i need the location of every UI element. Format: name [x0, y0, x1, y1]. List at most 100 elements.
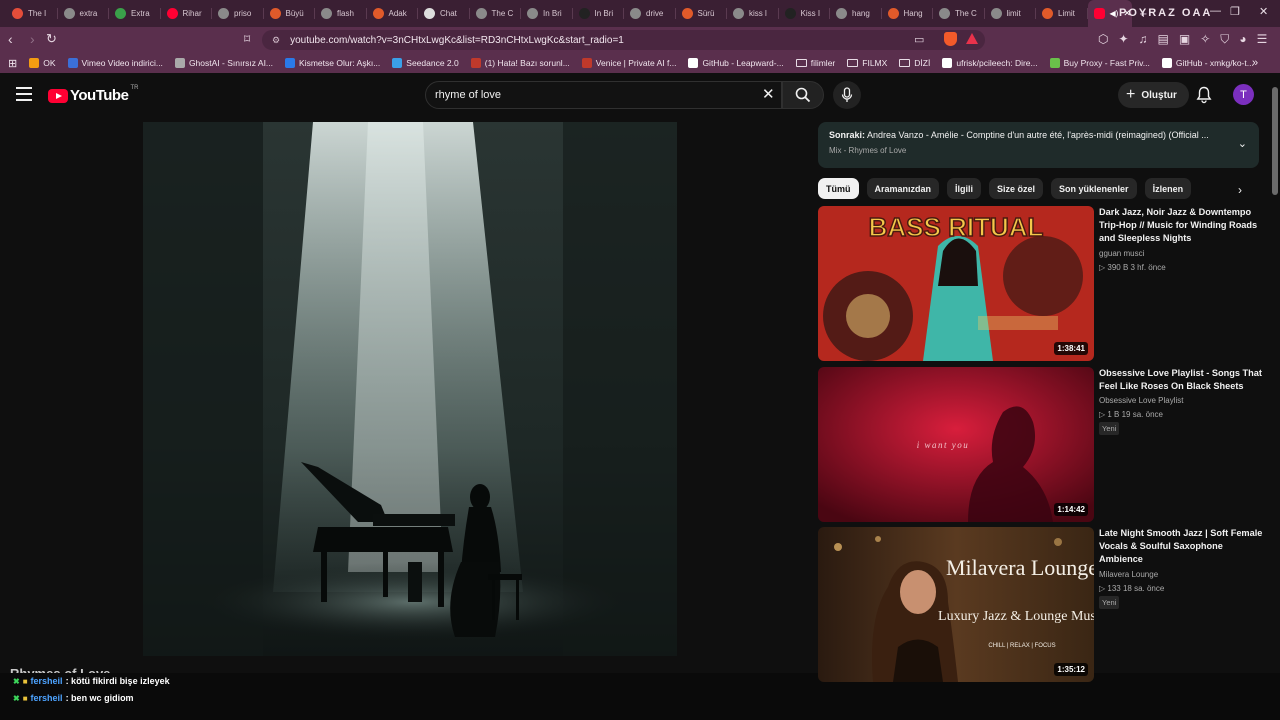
- cast-icon[interactable]: ▭: [914, 33, 924, 46]
- thumbnail-subtext: Luxury Jazz & Lounge Music: [938, 609, 1094, 624]
- browser-tab[interactable]: The C: [470, 0, 522, 27]
- recommendation-item[interactable]: Milavera Lounge Luxury Jazz & Lounge Mus…: [818, 527, 1268, 682]
- chat-message: ✖ ■ fersheil : kötü fikirdi bişe izleyek: [13, 676, 170, 686]
- browser-menu-icon[interactable]: ☰: [1257, 32, 1268, 47]
- chip-recently-uploaded[interactable]: Son yüklenenler: [1051, 178, 1137, 199]
- chat-message: ✖ ■ fersheil : ben wc gidiom: [13, 693, 134, 703]
- video-title-link[interactable]: Dark Jazz, Noir Jazz & Downtempo Trip-Ho…: [1099, 206, 1264, 245]
- video-duration: 1:38:41: [1054, 342, 1088, 355]
- forward-icon[interactable]: ›: [30, 31, 35, 47]
- chevron-down-icon[interactable]: ⌄: [1238, 137, 1247, 150]
- notifications-bell-icon[interactable]: [1196, 86, 1212, 104]
- audio-playing-icon[interactable]: ◀): [1110, 9, 1119, 18]
- browser-tab[interactable]: hang: [830, 0, 882, 27]
- video-title-link[interactable]: Late Night Smooth Jazz | Soft Female Voc…: [1099, 527, 1264, 566]
- browser-tab[interactable]: Chat: [418, 0, 470, 27]
- site-info-icon[interactable]: ⚙: [272, 35, 280, 46]
- bookmark-item[interactable]: Buy Proxy - Fast Priv...: [1049, 58, 1150, 68]
- chip-for-you[interactable]: Size özel: [989, 178, 1044, 199]
- bookmark-folder[interactable]: filimler: [795, 58, 835, 68]
- puzzle-icon[interactable]: ✦: [1118, 32, 1128, 47]
- bookmark-item[interactable]: Vimeo Video indirici...: [67, 58, 163, 68]
- chip-watched[interactable]: İzlenen: [1144, 178, 1192, 199]
- youtube-logo[interactable]: YouTube TR: [48, 85, 138, 104]
- browser-tab[interactable]: extra: [58, 0, 110, 27]
- bookmark-item[interactable]: Seedance 2.0: [392, 58, 459, 68]
- bookmark-item[interactable]: ufrisk/pcileech: Dire...: [942, 58, 1038, 68]
- ai-icon[interactable]: ✧: [1200, 32, 1210, 47]
- chevron-right-icon[interactable]: ›: [1238, 183, 1242, 197]
- chip-from-search[interactable]: Aramanızdan: [866, 178, 940, 199]
- browser-tab[interactable]: The I: [6, 0, 58, 27]
- browser-tab[interactable]: Limit: [1036, 0, 1088, 27]
- chip-all[interactable]: Tümü: [818, 178, 859, 199]
- guide-menu-icon[interactable]: [16, 87, 32, 101]
- browser-tab[interactable]: flash: [315, 0, 367, 27]
- video-thumbnail[interactable]: BASS RITUAL 1:38:41: [818, 206, 1094, 361]
- browser-tab[interactable]: Extra: [109, 0, 161, 27]
- bookmark-item[interactable]: OK: [29, 58, 56, 68]
- clear-search-icon[interactable]: ✕: [762, 85, 775, 103]
- channel-name[interactable]: gguan musci: [1099, 249, 1144, 258]
- voice-search-button[interactable]: [833, 81, 861, 109]
- reading-list-icon[interactable]: ▤: [1158, 32, 1169, 47]
- create-button[interactable]: + Oluştur: [1118, 82, 1189, 108]
- browser-tab[interactable]: kiss l: [727, 0, 779, 27]
- bookmark-item[interactable]: GitHub - Leapward-...: [688, 58, 784, 68]
- music-icon[interactable]: ♫: [1139, 32, 1148, 47]
- browser-tab[interactable]: In Bri: [521, 0, 573, 27]
- browser-tab[interactable]: Sürü: [676, 0, 728, 27]
- recommendation-item[interactable]: i want you 1:14:42 Obsessive Love Playli…: [818, 367, 1268, 522]
- bookmark-item[interactable]: Venice | Private AI f...: [581, 58, 676, 68]
- bookmark-folder[interactable]: DİZİ: [899, 58, 930, 68]
- avatar[interactable]: T: [1233, 84, 1254, 105]
- browser-tab[interactable]: priso: [212, 0, 264, 27]
- chip-related[interactable]: İlgili: [947, 178, 982, 199]
- tab-favicon-icon: [321, 8, 332, 19]
- apps-icon[interactable]: ⊞: [8, 57, 17, 70]
- channel-name[interactable]: Obsessive Love Playlist: [1099, 396, 1183, 405]
- bookmark-item[interactable]: GhostAI - Sınırsız AI...: [174, 58, 273, 68]
- maximize-icon[interactable]: ❐: [1230, 5, 1240, 18]
- browser-tab[interactable]: drive: [624, 0, 676, 27]
- browser-tab[interactable]: In Bri: [573, 0, 625, 27]
- page-scrollbar[interactable]: [1271, 73, 1279, 720]
- bookmark-icon[interactable]: ⌑: [244, 32, 250, 46]
- tab-favicon-icon: [12, 8, 23, 19]
- extension-icon[interactable]: ⬡: [1098, 32, 1108, 47]
- wallet-icon[interactable]: ▣: [1179, 32, 1190, 47]
- video-thumbnail[interactable]: Milavera Lounge Luxury Jazz & Lounge Mus…: [818, 527, 1094, 682]
- browser-tab[interactable]: Hang: [882, 0, 934, 27]
- browser-tab[interactable]: The C: [933, 0, 985, 27]
- bookmark-item[interactable]: GitHub - xmkg/ko-t...: [1161, 58, 1254, 68]
- vpn-icon[interactable]: ⛉: [1220, 32, 1229, 47]
- up-next-panel[interactable]: Sonraki: Andrea Vanzo - Amélie - Comptin…: [818, 122, 1259, 168]
- search-input[interactable]: rhyme of love: [425, 81, 782, 109]
- url-bar[interactable]: ⚙ youtube.com/watch?v=3nCHtxLwgKc&list=R…: [262, 30, 985, 50]
- tab-label: Sürü: [697, 9, 715, 18]
- browser-tab[interactable]: Adak: [367, 0, 419, 27]
- video-title-link[interactable]: Obsessive Love Playlist - Songs That Fee…: [1099, 367, 1264, 393]
- minimize-icon[interactable]: —: [1210, 5, 1221, 17]
- browser-tab[interactable]: Büyü: [264, 0, 316, 27]
- browser-tab[interactable]: Rihar: [161, 0, 213, 27]
- bookmark-folder[interactable]: FILMX: [847, 58, 887, 68]
- video-thumbnail[interactable]: i want you 1:14:42: [818, 367, 1094, 522]
- reload-icon[interactable]: ↻: [46, 31, 57, 47]
- tab-favicon-icon: [681, 8, 693, 19]
- channel-name[interactable]: Milavera Lounge: [1099, 570, 1158, 579]
- scrollbar-thumb[interactable]: [1272, 87, 1278, 195]
- more-bookmarks-icon[interactable]: »: [1252, 57, 1258, 69]
- profile-icon[interactable]: ◕: [1239, 32, 1246, 47]
- brave-rewards-icon[interactable]: [966, 33, 978, 44]
- browser-tab[interactable]: Kiss I: [779, 0, 831, 27]
- browser-tab[interactable]: limit: [985, 0, 1037, 27]
- video-player[interactable]: [143, 122, 677, 656]
- back-icon[interactable]: ‹: [8, 31, 13, 47]
- close-window-icon[interactable]: ✕: [1259, 5, 1268, 18]
- brave-shields-icon[interactable]: [944, 32, 957, 46]
- bookmark-item[interactable]: Kismetse Olur: Aşkı...: [285, 58, 380, 68]
- search-button[interactable]: [782, 81, 824, 109]
- recommendation-item[interactable]: BASS RITUAL 1:38:41 Dark Jazz, Noir Jazz…: [818, 206, 1268, 361]
- bookmark-item[interactable]: (1) Hata! Bazı sorunl...: [470, 58, 570, 68]
